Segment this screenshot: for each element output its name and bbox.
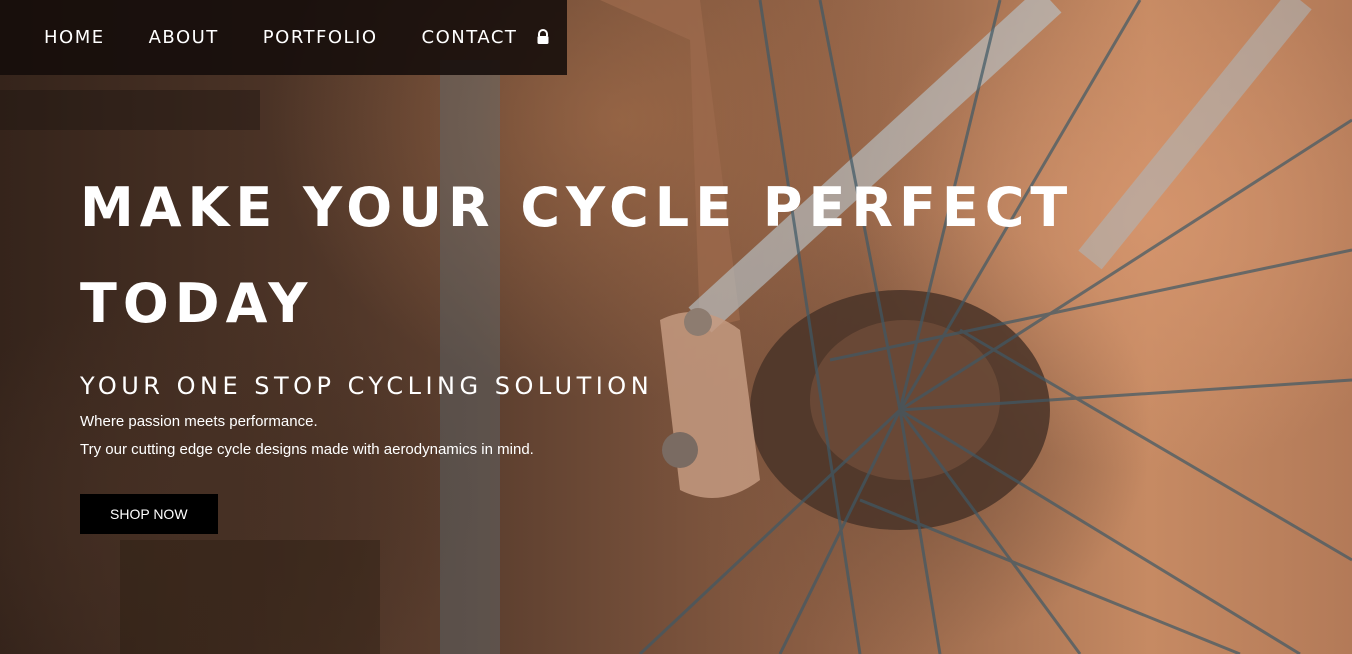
- nav-portfolio[interactable]: PORTFOLIO: [263, 27, 378, 48]
- hero-text-1: Where passion meets performance.: [80, 413, 318, 430]
- hero-title-line-1: MAKE YOUR CYCLE PERFECT: [80, 176, 1074, 239]
- hero-text-2: Try our cutting edge cycle designs made …: [80, 441, 534, 458]
- hero-title-line-2: TODAY: [80, 272, 314, 335]
- hero-content: MAKE YOUR CYCLE PERFECT TODAY YOUR ONE S…: [80, 160, 1073, 534]
- hero-subtitle: YOUR ONE STOP CYCLING SOLUTION: [80, 372, 654, 400]
- hero-section: HOME ABOUT PORTFOLIO CONTACT MAKE YOUR C…: [0, 0, 1352, 654]
- shop-now-button[interactable]: SHOP NOW: [80, 494, 218, 534]
- nav-contact[interactable]: CONTACT: [422, 27, 518, 48]
- nav-home[interactable]: HOME: [44, 27, 105, 48]
- lock-icon[interactable]: [535, 28, 551, 45]
- hero-title: MAKE YOUR CYCLE PERFECT TODAY: [80, 160, 1073, 352]
- top-navigation: HOME ABOUT PORTFOLIO CONTACT: [0, 0, 567, 75]
- nav-about[interactable]: ABOUT: [149, 27, 219, 48]
